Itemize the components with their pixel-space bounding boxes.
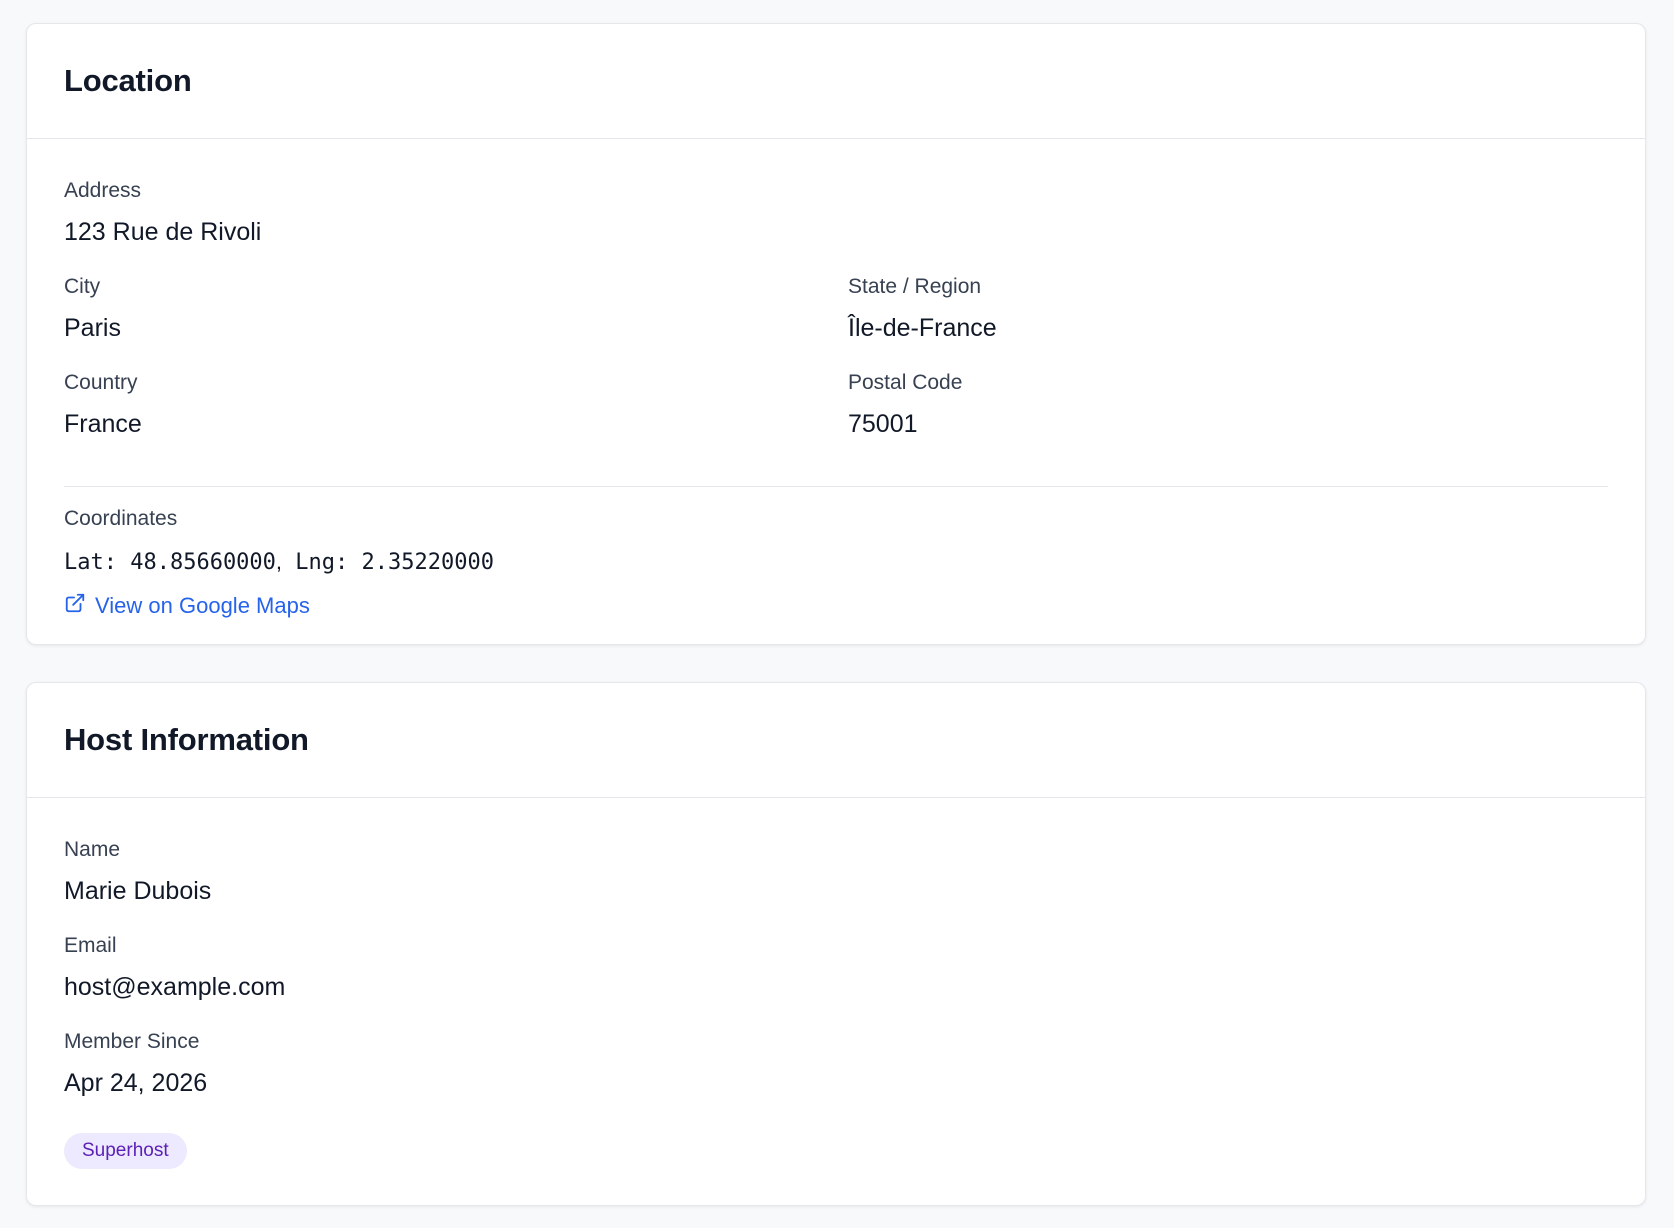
city-label: City — [64, 275, 101, 298]
location-card: Location Address 123 Rue de Rivoli City … — [26, 23, 1646, 645]
postal-code-value: 75001 — [848, 410, 918, 438]
address-value: 123 Rue de Rivoli — [64, 218, 262, 246]
host-card-header: Host Information — [27, 683, 1645, 798]
state-label: State / Region — [848, 275, 982, 298]
latitude-value: Lat: 48.85660000 — [64, 550, 276, 575]
coordinates-field: Coordinates Lat: 48.85660000, Lng: 2.352… — [64, 505, 494, 620]
host-title: Host Information — [64, 722, 309, 757]
host-email-label: Email — [64, 934, 117, 957]
address-label: Address — [64, 179, 142, 202]
coordinates-divider — [64, 486, 1608, 487]
member-since-value: Apr 24, 2026 — [64, 1069, 208, 1097]
city-field: City Paris — [64, 273, 121, 345]
country-field: Country France — [64, 369, 142, 441]
location-card-header: Location — [27, 24, 1645, 139]
view-on-google-maps-link[interactable]: View on Google Maps — [64, 592, 310, 620]
host-name-value: Marie Dubois — [64, 877, 212, 905]
postal-code-label: Postal Code — [848, 371, 963, 394]
host-card: Host Information Name Marie Dubois Email… — [26, 682, 1646, 1206]
city-value: Paris — [64, 314, 121, 342]
member-since-field: Member Since Apr 24, 2026 — [64, 1028, 207, 1100]
view-on-google-maps-label: View on Google Maps — [95, 593, 310, 618]
address-field: Address 123 Rue de Rivoli — [64, 177, 261, 249]
page: Location Address 123 Rue de Rivoli City … — [0, 0, 1674, 1228]
longitude-value: Lng: 2.35220000 — [295, 550, 494, 575]
coordinates-value: Lat: 48.85660000, Lng: 2.35220000 — [64, 547, 494, 578]
country-value: France — [64, 410, 142, 438]
member-since-label: Member Since — [64, 1030, 200, 1053]
superhost-badge: Superhost — [64, 1133, 187, 1169]
location-title: Location — [64, 63, 192, 98]
state-field: State / Region Île-de-France — [848, 273, 997, 345]
host-email-field: Email host@example.com — [64, 932, 285, 1004]
host-email-value: host@example.com — [64, 973, 286, 1001]
host-name-field: Name Marie Dubois — [64, 836, 211, 908]
coordinates-separator: , — [275, 549, 283, 574]
country-label: Country — [64, 371, 138, 394]
host-name-label: Name — [64, 838, 121, 861]
external-link-icon — [64, 592, 86, 620]
coordinates-label: Coordinates — [64, 507, 178, 530]
postal-code-field: Postal Code 75001 — [848, 369, 962, 441]
state-value: Île-de-France — [848, 314, 997, 342]
